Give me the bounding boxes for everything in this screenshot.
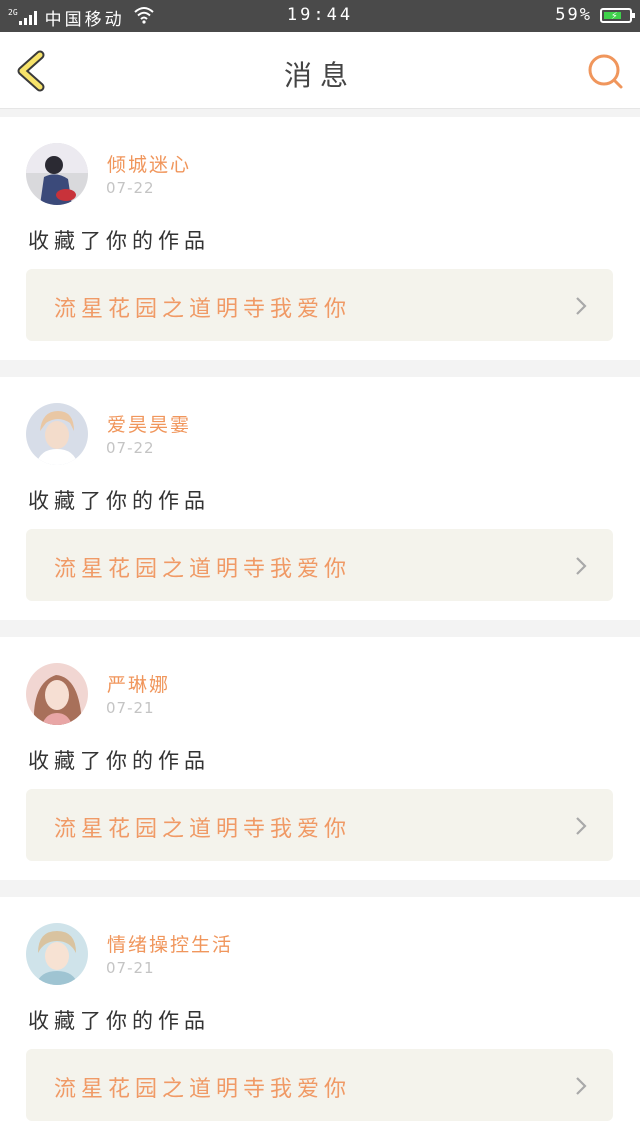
message-date: 07-21 bbox=[106, 959, 155, 977]
username[interactable]: 严琳娜 bbox=[107, 670, 170, 697]
message-card: 严琳娜 07-21 收藏了你的作品 流星花园之道明寺我爱你 bbox=[0, 637, 640, 880]
work-title: 流星花园之道明寺我爱你 bbox=[54, 1077, 352, 1102]
chevron-right-icon bbox=[575, 556, 587, 580]
username[interactable]: 情绪操控生活 bbox=[107, 930, 233, 957]
message-card: 爱昊昊霎 07-22 收藏了你的作品 流星花园之道明寺我爱你 bbox=[0, 377, 640, 620]
chevron-right-icon bbox=[575, 296, 587, 320]
work-title: 流星花园之道明寺我爱你 bbox=[54, 297, 352, 322]
message-text: 收藏了你的作品 bbox=[28, 749, 210, 773]
message-text: 收藏了你的作品 bbox=[28, 229, 210, 253]
message-date: 07-21 bbox=[106, 699, 155, 717]
message-card: 倾城迷心 07-22 收藏了你的作品 流星花园之道明寺我爱你 bbox=[0, 117, 640, 360]
status-bar: 2G 中国移动 19:44 59% ⚡ bbox=[0, 0, 640, 32]
username[interactable]: 倾城迷心 bbox=[107, 150, 191, 177]
avatar[interactable] bbox=[26, 143, 88, 205]
avatar[interactable] bbox=[26, 923, 88, 985]
top-bar: 消息 bbox=[0, 32, 640, 109]
chevron-right-icon bbox=[575, 816, 587, 840]
message-date: 07-22 bbox=[106, 439, 155, 457]
battery-percent: 59% bbox=[555, 5, 592, 25]
work-title: 流星花园之道明寺我爱你 bbox=[54, 817, 352, 842]
username[interactable]: 爱昊昊霎 bbox=[107, 410, 191, 437]
search-button[interactable] bbox=[586, 52, 624, 90]
message-text: 收藏了你的作品 bbox=[28, 489, 210, 513]
avatar[interactable] bbox=[26, 403, 88, 465]
work-title: 流星花园之道明寺我爱你 bbox=[54, 557, 352, 582]
battery-icon: ⚡ bbox=[600, 7, 635, 23]
message-text: 收藏了你的作品 bbox=[28, 1009, 210, 1033]
work-link[interactable]: 流星花园之道明寺我爱你 bbox=[26, 529, 613, 601]
work-link[interactable]: 流星花园之道明寺我爱你 bbox=[26, 789, 613, 861]
work-link[interactable]: 流星花园之道明寺我爱你 bbox=[26, 1049, 613, 1121]
clock: 19:44 bbox=[286, 5, 354, 25]
work-link[interactable]: 流星花园之道明寺我爱你 bbox=[26, 269, 613, 341]
avatar[interactable] bbox=[26, 663, 88, 725]
status-bar-right: 59% ⚡ bbox=[555, 5, 635, 25]
search-icon bbox=[586, 54, 624, 94]
page-title: 消息 bbox=[283, 59, 356, 92]
message-date: 07-22 bbox=[106, 179, 155, 197]
chevron-right-icon bbox=[575, 1076, 587, 1100]
message-card: 情绪操控生活 07-21 收藏了你的作品 流星花园之道明寺我爱你 bbox=[0, 897, 640, 1140]
